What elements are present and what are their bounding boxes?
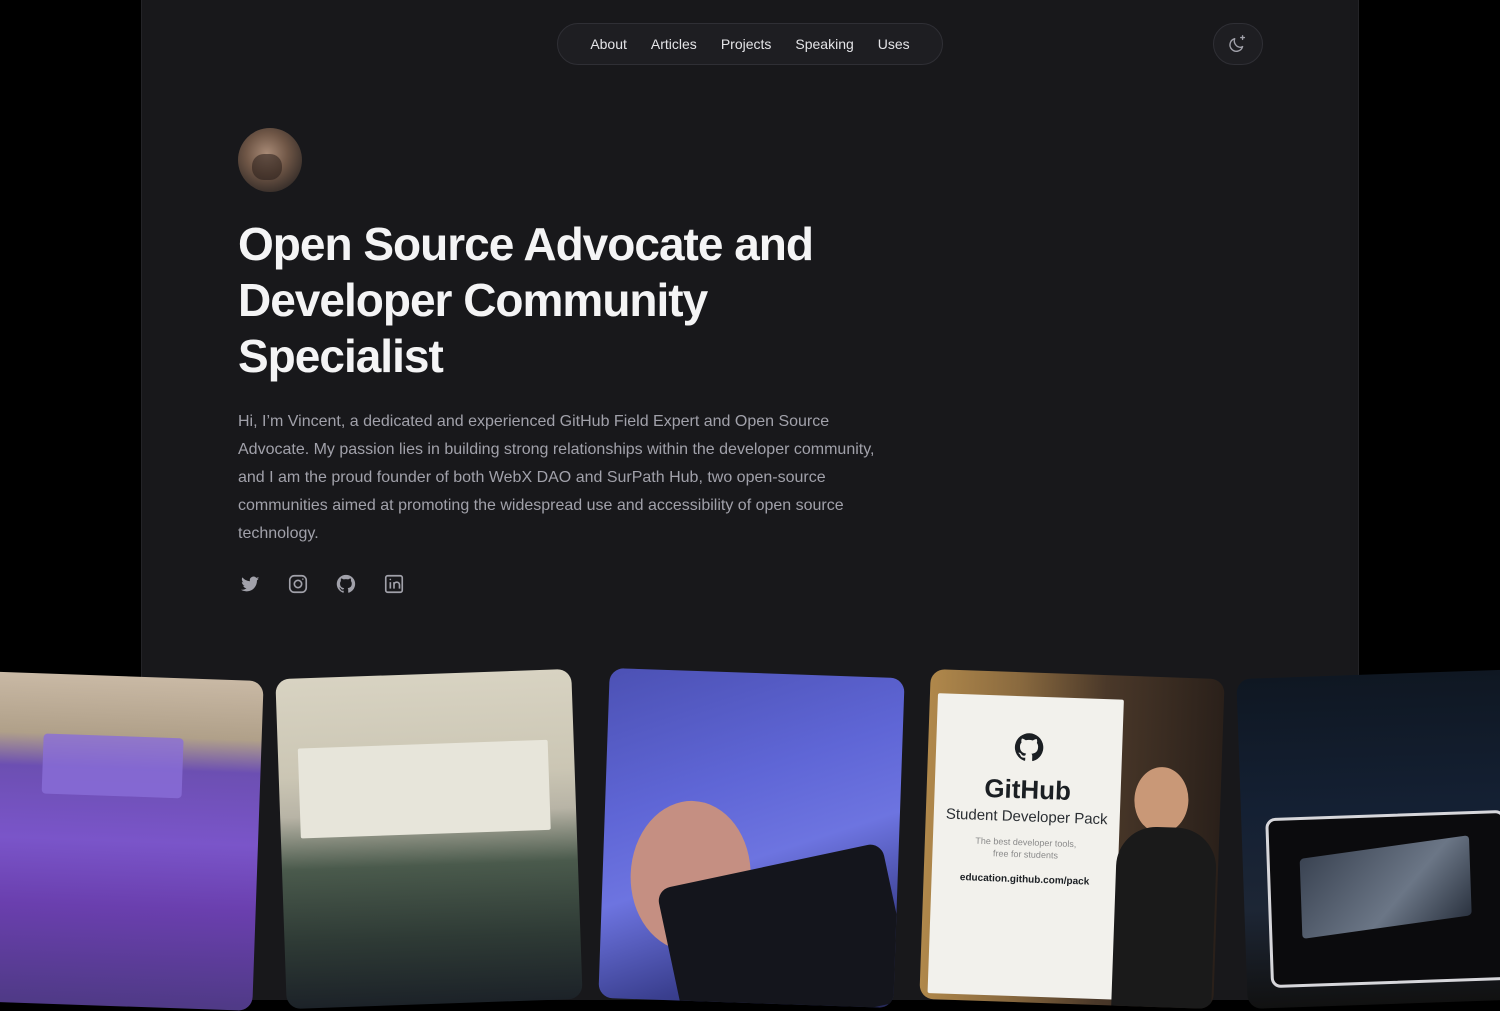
linkedin-link[interactable] — [382, 572, 406, 596]
poster-tagline: The best developer tools, free for stude… — [975, 835, 1077, 861]
nav-uses[interactable]: Uses — [866, 23, 922, 65]
photo-desk-setup — [1236, 669, 1500, 1009]
nav-projects[interactable]: Projects — [709, 23, 784, 65]
main-nav: About Articles Projects Speaking Uses — [557, 23, 943, 65]
moon-sparkle-icon — [1229, 35, 1246, 52]
photo-field-day-group — [0, 671, 264, 1011]
photo-selfie-laptop — [598, 667, 905, 1009]
github-link[interactable] — [334, 572, 358, 596]
github-icon — [336, 574, 356, 593]
instagram-icon — [288, 574, 308, 594]
nav-articles[interactable]: Articles — [639, 23, 709, 65]
theme-toggle-button[interactable] — [1213, 23, 1263, 65]
photo-classroom-group — [275, 668, 583, 1010]
poster-url: education.github.com/pack — [959, 872, 1090, 888]
avatar[interactable] — [238, 128, 302, 192]
nav-speaking[interactable]: Speaking — [783, 23, 865, 65]
monitor-shape — [1265, 809, 1500, 989]
github-logo-icon — [1014, 733, 1044, 762]
github-poster: GitHub Student Developer Pack The best d… — [927, 693, 1124, 1000]
nav-about[interactable]: About — [578, 23, 639, 65]
intro-paragraph: Hi, I’m Vincent, a dedicated and experie… — [238, 413, 875, 542]
poster-subtitle: Student Developer Pack — [945, 805, 1108, 829]
poster-title: GitHub — [983, 772, 1072, 806]
twitter-icon — [240, 576, 260, 592]
instagram-link[interactable] — [286, 572, 310, 596]
linkedin-icon — [384, 574, 404, 594]
photo-github-student-pack: GitHub Student Developer Pack The best d… — [919, 668, 1225, 1010]
twitter-link[interactable] — [238, 572, 262, 596]
social-links — [238, 572, 406, 596]
page-title: Open Source Advocate and Developer Commu… — [238, 218, 814, 382]
